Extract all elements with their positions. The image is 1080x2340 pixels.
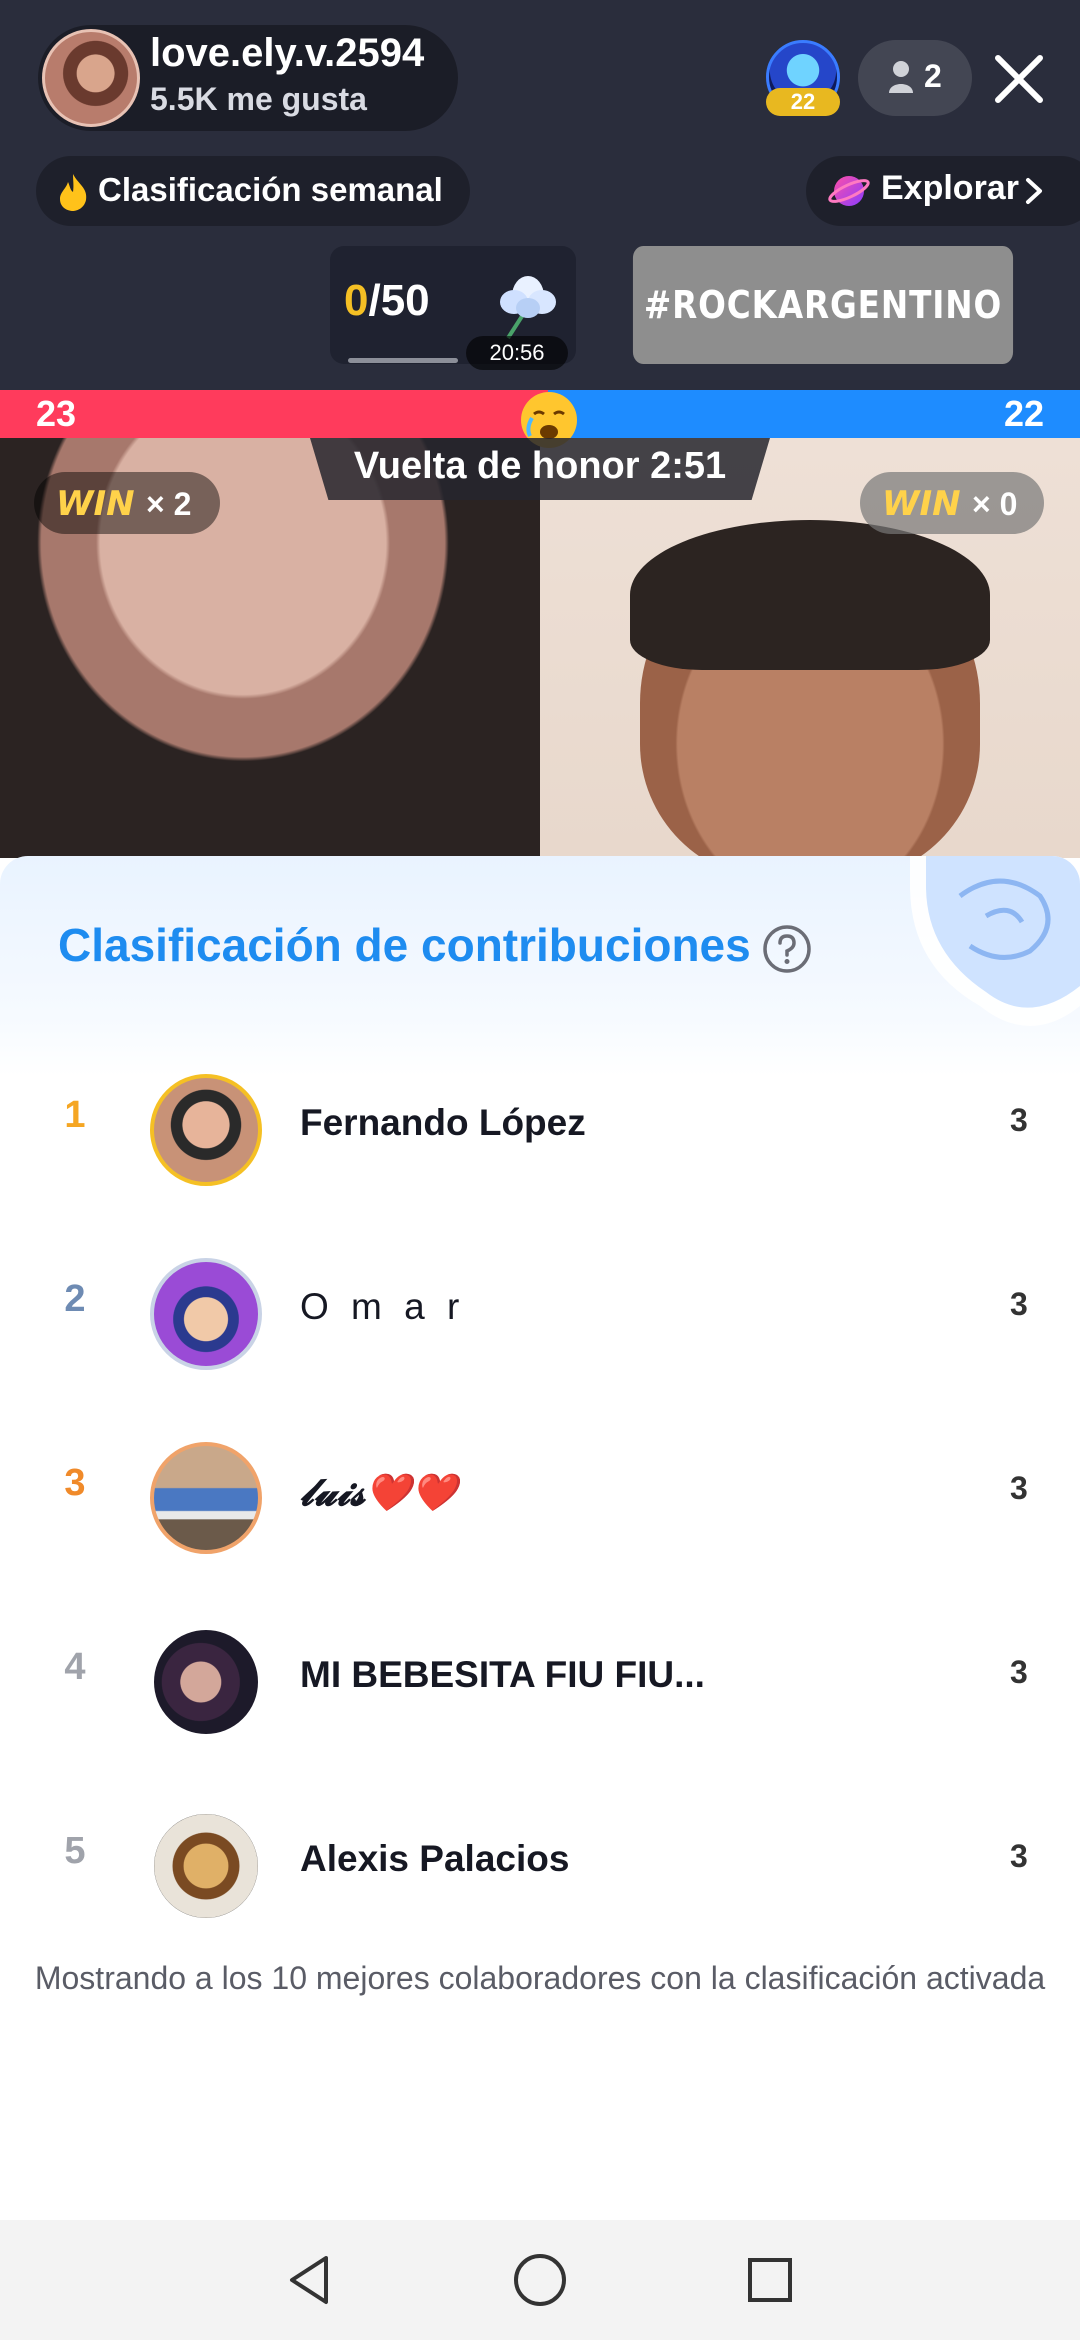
avatar[interactable]	[150, 1626, 262, 1738]
right-win-badge: WIN × 0	[860, 472, 1044, 534]
host-avatar[interactable]	[42, 29, 140, 127]
person-icon	[889, 61, 913, 93]
gift-goal-progress-bar	[348, 358, 458, 363]
hashtag-button[interactable]: #ROCKARGENTINO	[632, 246, 1014, 364]
right-streamer-hair	[630, 520, 990, 670]
viewers-count: 2	[924, 58, 942, 94]
viewers-pill[interactable]: 2	[858, 40, 972, 116]
contributor-name: Fernando López	[300, 1102, 586, 1143]
explore-label: Explorar	[881, 169, 1019, 207]
rank-number: 1	[64, 1094, 86, 1136]
contributor-score: 3	[1010, 1838, 1028, 1874]
contributor-name: 𝓵𝓾𝓲𝓼❤️❤️	[300, 1470, 458, 1514]
win-word: WIN	[882, 484, 961, 524]
avatar[interactable]	[150, 1810, 262, 1922]
top-gifter-level: 22	[766, 88, 840, 116]
avatar[interactable]	[150, 1442, 262, 1554]
contribution-ranking-sheet: Clasificación de contribuciones 1 Fernan…	[0, 856, 1080, 2340]
shield-glove-decoration	[910, 856, 1080, 1026]
recents-square-icon[interactable]	[738, 2248, 802, 2312]
left-score-bar	[0, 390, 548, 438]
gift-goal-timer: 20:56	[466, 336, 568, 370]
rank-number: 4	[64, 1646, 86, 1688]
ranking-footer-note: Mostrando a los 10 mejores colaboradores…	[34, 1960, 1046, 1996]
contributor-name: MI BEBESITA FIU FIU...	[300, 1654, 705, 1695]
honor-lap-label: Vuelta de honor 2:51	[353, 445, 727, 487]
live-header: love.ely.v.2594 5.5K me gusta 22 2 Clasi…	[0, 0, 1080, 390]
gift-goal-current: 0	[344, 276, 369, 325]
contributor-score: 3	[1010, 1286, 1028, 1322]
close-icon[interactable]	[990, 50, 1048, 108]
contributor-name: Alexis Palacios	[300, 1838, 570, 1879]
flame-icon	[60, 174, 87, 211]
ranking-row[interactable]: 2 O m a r 3	[0, 1222, 1080, 1406]
gift-goal-widget[interactable]: 0/50 20:56	[330, 246, 576, 370]
rank-number: 3	[64, 1462, 86, 1504]
host-likes: 5.5K me gusta	[150, 81, 367, 117]
gift-goal-count: 0/50	[344, 276, 430, 326]
help-icon[interactable]	[762, 924, 812, 974]
contributor-name: O m a r	[300, 1286, 466, 1327]
chevron-right-icon	[1026, 178, 1042, 204]
left-win-badge: WIN × 2	[34, 472, 220, 534]
ranking-row[interactable]: 1 Fernando López 3	[0, 1038, 1080, 1222]
left-score: 23	[36, 393, 77, 434]
ranking-row[interactable]: 4 MI BEBESITA FIU FIU... 3	[0, 1590, 1080, 1774]
sheet-title: Clasificación de contribuciones	[58, 919, 751, 971]
ranking-row[interactable]: 3 𝓵𝓾𝓲𝓼❤️❤️ 3	[0, 1406, 1080, 1590]
right-win-count: × 0	[972, 486, 1018, 522]
contributor-score: 3	[1010, 1654, 1028, 1690]
home-circle-icon[interactable]	[508, 2248, 572, 2312]
ranking-row[interactable]: 5 Alexis Palacios 3	[0, 1774, 1080, 1958]
rank-number: 5	[64, 1830, 86, 1872]
rank-number: 2	[64, 1278, 86, 1320]
avatar[interactable]	[150, 1258, 262, 1370]
back-triangle-icon[interactable]	[278, 2248, 342, 2312]
planet-icon	[828, 176, 870, 206]
weekly-ranking-button[interactable]: Clasificación semanal	[36, 156, 470, 226]
right-score: 22	[1003, 393, 1044, 434]
contributor-score: 3	[1010, 1470, 1028, 1506]
host-profile-pill[interactable]: love.ely.v.2594 5.5K me gusta	[38, 25, 458, 131]
avatar[interactable]	[150, 1074, 262, 1186]
flower-gift-icon	[500, 276, 556, 340]
host-name: love.ely.v.2594	[150, 31, 425, 75]
right-score-bar	[548, 390, 1080, 438]
win-word: WIN	[56, 484, 135, 524]
weekly-ranking-label: Clasificación semanal	[98, 171, 443, 208]
contributor-score: 3	[1010, 1102, 1028, 1138]
gift-goal-total: /50	[368, 276, 430, 325]
system-navigation-bar	[0, 2220, 1080, 2340]
left-win-count: × 2	[146, 486, 192, 522]
explore-button[interactable]: Explorar	[806, 156, 1080, 226]
